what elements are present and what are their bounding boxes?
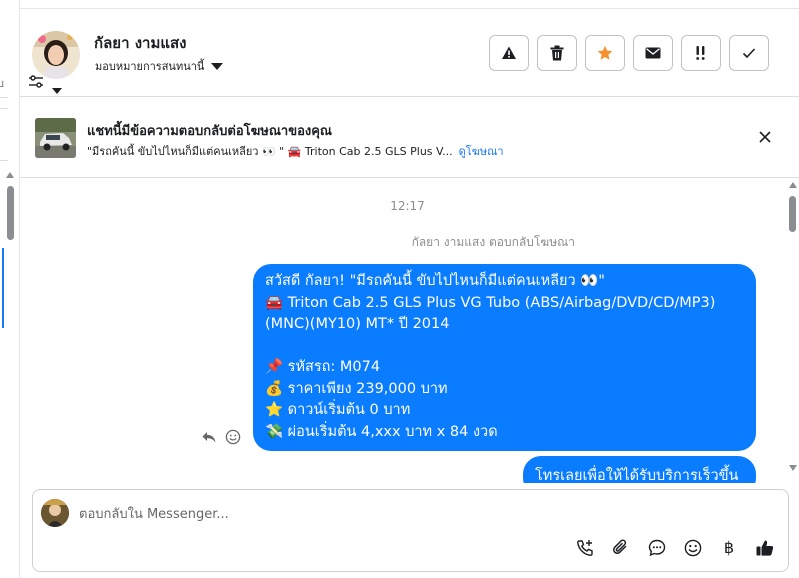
ad-reply-note: กัลยา งามแสง ตอบกลับโฆษณา: [411, 235, 575, 249]
contact-name: กัลยา งามแสง: [94, 34, 187, 52]
divider: [0, 108, 8, 109]
message-line: ⭐ ดาวน์เริ่มต้น 0 บาท: [265, 402, 411, 418]
thumbs-up-icon: [756, 540, 774, 556]
message-line: (MNC)(MY10) MT* ปี 2014: [265, 316, 450, 332]
reply-icon[interactable]: [201, 429, 217, 445]
star-button[interactable]: [585, 35, 625, 71]
call-add-icon: [577, 540, 593, 556]
scroll-up-arrow[interactable]: [789, 182, 797, 188]
ad-reply-title: แชทนี้มีข้อความตอบกลับต่อโฆษณาของคุณ: [87, 124, 332, 139]
message-composer: ฿: [32, 489, 789, 572]
ad-reply-subtitle: "มีรถคันนี้ ขับไปไหนก็มีแต่คนเหลียว 👀 " …: [87, 142, 504, 160]
left-panel-partial-text: บ: [0, 77, 4, 90]
chevron-down-icon: [211, 62, 224, 70]
emoji-icon: [684, 539, 702, 557]
filter-settings-button[interactable]: [26, 73, 62, 94]
message-line: 🚘 Triton Cab 2.5 GLS Plus VG Tubo (ABS/A…: [265, 294, 716, 311]
assign-conversation-dropdown[interactable]: มอบหมายการสนทนานี้: [95, 57, 224, 75]
chat-bubble-icon: [648, 539, 666, 557]
assign-label: มอบหมายการสนทนานี้: [95, 60, 205, 73]
message-line: 📌 รหัสรถ: M074: [265, 359, 381, 375]
mark-unread-button[interactable]: [633, 35, 673, 71]
report-button[interactable]: [489, 35, 529, 71]
timestamp: 12:17: [390, 199, 425, 213]
emoji-button[interactable]: [683, 538, 703, 558]
message-thread: 12:17 กัลยา งามแสง ตอบกลับโฆษณา สวัสดี ก…: [20, 179, 799, 483]
mail-icon: [645, 47, 661, 59]
close-icon: [759, 131, 771, 143]
mark-done-button[interactable]: [729, 35, 769, 71]
outgoing-message-bubble[interactable]: สวัสดี กัลยา! "มีรถคันนี้ ขับไปไหนก็มีแต…: [253, 264, 756, 451]
message-line: 💰 ราคาเพียง 239,000 บาท: [265, 380, 448, 397]
outgoing-message-bubble[interactable]: โทรเลยเพื่อให้ได้รับบริการเร็วขึ้น: [523, 456, 756, 483]
header-actions: [489, 35, 769, 71]
left-scrollbar-thumb[interactable]: [7, 186, 14, 240]
active-indicator: [2, 248, 4, 328]
call-button[interactable]: [575, 538, 595, 558]
scroll-up-arrow[interactable]: [6, 172, 14, 178]
message-input[interactable]: [79, 504, 759, 524]
view-ad-link[interactable]: ดูโฆษณา: [459, 142, 504, 160]
delete-button[interactable]: [537, 35, 577, 71]
payment-button[interactable]: ฿: [719, 538, 739, 558]
follow-up-icon: [696, 46, 705, 60]
message-line: 💸 ผ่อนเริ่มต้น 4,xxx บาท x 84 งวด: [265, 423, 498, 440]
close-banner-button[interactable]: [756, 128, 774, 146]
message-line: [265, 336, 744, 358]
scroll-down-arrow[interactable]: [789, 465, 797, 471]
baht-icon: ฿: [723, 538, 735, 557]
send-like-button[interactable]: [755, 538, 775, 558]
ad-reply-banner: แชทนี้มีข้อความตอบกลับต่อโฆษณาของคุณ "มี…: [20, 98, 799, 178]
checkmark-icon: [742, 48, 756, 59]
divider: [0, 160, 8, 161]
saved-replies-button[interactable]: [647, 538, 667, 558]
conversation-header: กัลยา งามแสง มอบหมายการสนทนานี้: [20, 9, 799, 97]
page-avatar: [41, 499, 69, 527]
divider: [0, 97, 8, 98]
sliders-icon: [29, 75, 43, 88]
scrollbar-thumb[interactable]: [789, 196, 796, 232]
ad-preview-text: "มีรถคันนี้ ขับไปไหนก็มีแต่คนเหลียว 👀 " …: [87, 145, 453, 158]
message-line: สวัสดี กัลยา! "มีรถคันนี้ ขับไปไหนก็มีแต…: [265, 273, 605, 289]
left-panel-edge: บ: [0, 0, 20, 578]
contact-avatar[interactable]: [32, 31, 80, 79]
trash-icon: [550, 45, 564, 61]
message-actions: [201, 429, 241, 445]
follow-up-button[interactable]: [681, 35, 721, 71]
react-emoji-icon[interactable]: [225, 429, 241, 445]
thread-scrollbar[interactable]: [786, 179, 799, 483]
attachment-icon: [613, 539, 627, 554]
warning-icon: [502, 46, 516, 59]
ad-thumbnail[interactable]: [35, 118, 76, 158]
attach-file-button[interactable]: [611, 538, 631, 558]
star-icon: [597, 45, 613, 60]
chevron-down-icon: [52, 88, 62, 94]
composer-tools: ฿: [575, 538, 775, 558]
